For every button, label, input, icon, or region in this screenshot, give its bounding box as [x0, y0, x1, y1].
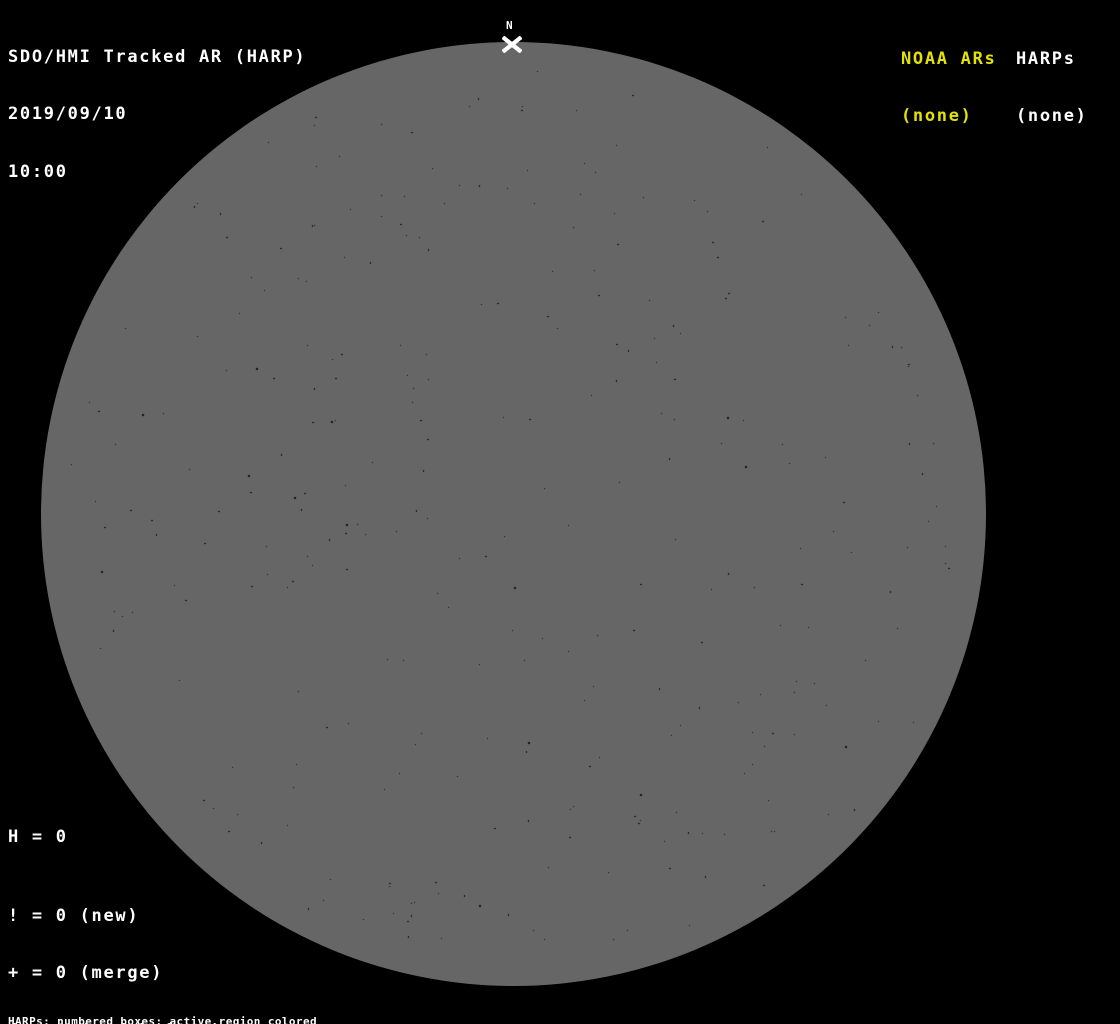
date-label: 2019/09/10 [8, 105, 306, 124]
harps-value: (none) [1016, 107, 1088, 126]
noaa-ars-value: (none) [901, 107, 996, 126]
sdo-hmi-harp-view: N SDO/HMI Tracked AR (HARP) 2019/09/10 1… [0, 0, 1120, 1024]
legend-item-new: ! = 0 (new) [8, 907, 235, 926]
north-pole-cross-icon [502, 36, 522, 53]
harps-label: HARPs [1016, 50, 1088, 69]
footnotes: HARPs: numbered boxes; active region col… [8, 992, 415, 1024]
page-title: SDO/HMI Tracked AR (HARP) [8, 48, 306, 67]
noaa-ars-status: NOAA ARs (none) [901, 11, 996, 165]
north-pole-label: N [506, 20, 513, 32]
legend-item-merge: + = 0 (merge) [8, 964, 235, 983]
title-block: SDO/HMI Tracked AR (HARP) 2019/09/10 10:… [8, 9, 306, 221]
harp-count-label: H = 0 [8, 828, 68, 847]
harps-status: HARPs (none) [1016, 11, 1088, 165]
noaa-ars-label: NOAA ARs [901, 50, 996, 69]
footnote-harps: HARPs: numbered boxes; active region col… [8, 1016, 415, 1024]
time-label: 10:00 [8, 163, 306, 182]
